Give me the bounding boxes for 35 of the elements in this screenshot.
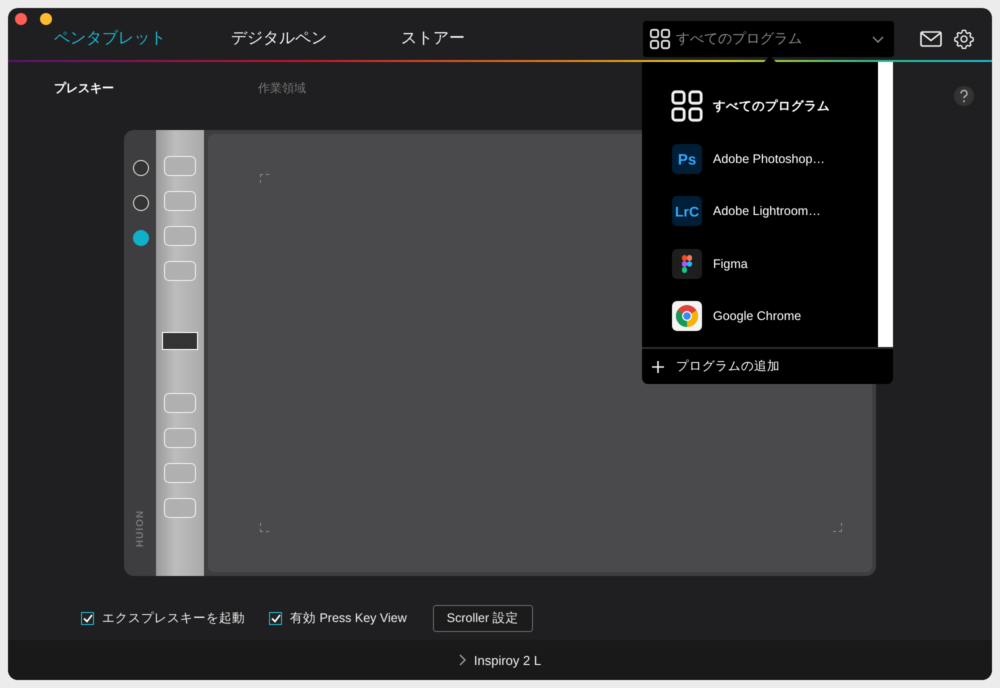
sub-tab[interactable]: 作業領域 — [258, 80, 462, 96]
sub-tab[interactable]: プレスキー — [54, 80, 258, 96]
scroller-settings-button[interactable]: Scroller 設定 — [432, 605, 533, 632]
checkbox-label: エクスプレスキーを起動 — [102, 610, 245, 627]
app-icon — [670, 301, 704, 332]
menu-item[interactable]: LrC Adobe Lightroom… — [642, 185, 878, 238]
checkbox[interactable] — [81, 612, 94, 625]
nav-tab[interactable]: ストアー — [401, 28, 571, 49]
plus-icon — [652, 360, 664, 372]
menu-item[interactable]: すべてのプログラム — [642, 80, 878, 132]
settings-icon[interactable] — [954, 29, 974, 49]
mail-icon[interactable] — [920, 31, 942, 47]
caret-icon — [872, 36, 884, 42]
minimize-button[interactable] — [40, 13, 52, 25]
nav-tab[interactable]: デジタルペン — [231, 28, 401, 49]
device-name: Inspiroy 2 L — [474, 652, 542, 668]
app-icon: LrC — [670, 196, 704, 226]
grid-icon — [649, 28, 671, 50]
checkbox[interactable] — [269, 612, 282, 625]
grid-icon — [670, 89, 704, 124]
help-icon[interactable] — [954, 86, 974, 106]
add-program-button[interactable]: プログラムの追加 — [642, 347, 893, 384]
scrollbar[interactable] — [878, 62, 893, 347]
checkbox-label: 有効 Press Key View — [290, 610, 407, 627]
scroll-wheel[interactable] — [162, 332, 198, 350]
program-dropdown[interactable]: すべてのプログラム — [643, 21, 894, 57]
nav-tab[interactable]: ペンタブレット — [54, 28, 231, 49]
menu-item[interactable]: Ps Adobe Photoshop… — [642, 132, 878, 185]
menu-item[interactable]: Google Chrome — [642, 290, 878, 342]
app-icon: Ps — [670, 144, 704, 174]
brand-logo: HUION — [136, 510, 146, 548]
app-icon — [670, 248, 704, 279]
close-button[interactable] — [15, 13, 27, 25]
chevron-right-icon[interactable] — [458, 654, 466, 666]
menu-item[interactable]: Figma — [642, 238, 878, 290]
